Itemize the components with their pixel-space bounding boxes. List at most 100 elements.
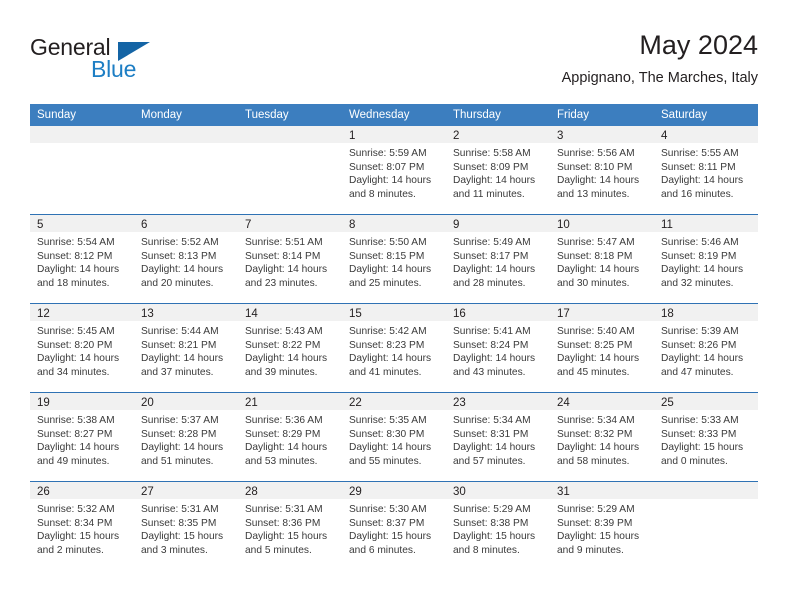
day-cell-23[interactable]: 23 Sunrise: 5:34 AM Sunset: 8:31 PM Dayligh… [446, 393, 550, 481]
daylight-text: and 57 minutes. [453, 455, 526, 467]
day-number-band: 27 [134, 482, 238, 499]
daylight-text: and 13 minutes. [557, 188, 630, 200]
page-header: General Blue May 2024 Appignano, The Mar… [30, 28, 758, 98]
daylight-text: Daylight: 14 hours [661, 264, 744, 276]
day-number-band: 14 [238, 304, 342, 321]
day-cell-10[interactable]: 10 Sunrise: 5:47 AM Sunset: 8:18 PM Dayligh… [550, 215, 654, 303]
day-number: 27 [141, 486, 154, 498]
daylight-text: Daylight: 14 hours [453, 264, 536, 276]
daylight-text: Daylight: 14 hours [37, 442, 120, 454]
day-number-band: 13 [134, 304, 238, 321]
daylight-text: Daylight: 15 hours [141, 531, 224, 543]
day-number: 15 [349, 308, 362, 320]
day-cell-2[interactable]: 2 Sunrise: 5:58 AM Sunset: 8:09 PM Daylight… [446, 126, 550, 214]
day-cell-15[interactable]: 15 Sunrise: 5:42 AM Sunset: 8:23 PM Dayligh… [342, 304, 446, 392]
sunset-text: Sunset: 8:17 PM [453, 250, 529, 262]
day-number-band [30, 126, 134, 143]
day-number-band: 1 [342, 126, 446, 143]
day-cell-1[interactable]: 1 Sunrise: 5:59 AM Sunset: 8:07 PM Daylight… [342, 126, 446, 214]
day-cell-20[interactable]: 20 Sunrise: 5:37 AM Sunset: 8:28 PM Dayligh… [134, 393, 238, 481]
day-cell-3[interactable]: 3 Sunrise: 5:56 AM Sunset: 8:10 PM Daylight… [550, 126, 654, 214]
day-cell-details: Sunrise: 5:58 AM Sunset: 8:09 PM Daylight:… [446, 143, 550, 201]
day-cell-details: Sunrise: 5:43 AM Sunset: 8:22 PM Daylight:… [238, 321, 342, 379]
sunrise-text: Sunrise: 5:36 AM [245, 415, 323, 426]
day-number: 1 [349, 130, 356, 142]
day-cell-13[interactable]: 13 Sunrise: 5:44 AM Sunset: 8:21 PM Dayligh… [134, 304, 238, 392]
day-cell-details: Sunrise: 5:36 AM Sunset: 8:29 PM Daylight:… [238, 410, 342, 468]
sunset-text: Sunset: 8:12 PM [37, 250, 113, 262]
day-cell-6[interactable]: 6 Sunrise: 5:52 AM Sunset: 8:13 PM Daylight… [134, 215, 238, 303]
day-cell-details: Sunrise: 5:45 AM Sunset: 8:20 PM Daylight:… [30, 321, 134, 379]
sunrise-text: Sunrise: 5:37 AM [141, 415, 219, 426]
sunset-text: Sunset: 8:11 PM [661, 161, 736, 173]
day-cell-16[interactable]: 16 Sunrise: 5:41 AM Sunset: 8:24 PM Dayligh… [446, 304, 550, 392]
day-cell-4[interactable]: 4 Sunrise: 5:55 AM Sunset: 8:11 PM Daylight… [654, 126, 758, 214]
sunrise-text: Sunrise: 5:33 AM [661, 415, 739, 426]
daylight-text: and 18 minutes. [37, 277, 110, 289]
sunrise-text: Sunrise: 5:44 AM [141, 326, 219, 337]
weekday-header-sunday: Sunday [37, 109, 77, 121]
brand-logo[interactable]: General Blue [30, 34, 210, 90]
day-number-band [134, 126, 238, 143]
day-cell-27[interactable]: 27 Sunrise: 5:31 AM Sunset: 8:35 PM Dayligh… [134, 482, 238, 570]
day-cell-details [654, 499, 758, 503]
day-cell-5[interactable]: 5 Sunrise: 5:54 AM Sunset: 8:12 PM Daylight… [30, 215, 134, 303]
daylight-text: Daylight: 14 hours [37, 353, 120, 365]
day-number-band: 2 [446, 126, 550, 143]
day-number: 28 [245, 486, 258, 498]
daylight-text: Daylight: 15 hours [661, 442, 744, 454]
day-cell-details: Sunrise: 5:34 AM Sunset: 8:32 PM Daylight:… [550, 410, 654, 468]
daylight-text: Daylight: 14 hours [557, 353, 640, 365]
day-number-band: 3 [550, 126, 654, 143]
sunset-text: Sunset: 8:33 PM [661, 428, 737, 440]
day-cell-empty [134, 126, 238, 214]
day-cell-9[interactable]: 9 Sunrise: 5:49 AM Sunset: 8:17 PM Daylight… [446, 215, 550, 303]
sunset-text: Sunset: 8:21 PM [141, 339, 217, 351]
day-cell-17[interactable]: 17 Sunrise: 5:40 AM Sunset: 8:25 PM Dayligh… [550, 304, 654, 392]
day-cell-12[interactable]: 12 Sunrise: 5:45 AM Sunset: 8:20 PM Dayligh… [30, 304, 134, 392]
daylight-text: Daylight: 14 hours [349, 353, 432, 365]
week-cells: 19 Sunrise: 5:38 AM Sunset: 8:27 PM Dayligh… [30, 393, 758, 481]
day-cell-19[interactable]: 19 Sunrise: 5:38 AM Sunset: 8:27 PM Dayligh… [30, 393, 134, 481]
day-cell-details: Sunrise: 5:41 AM Sunset: 8:24 PM Daylight:… [446, 321, 550, 379]
day-cell-25[interactable]: 25 Sunrise: 5:33 AM Sunset: 8:33 PM Dayligh… [654, 393, 758, 481]
sunrise-text: Sunrise: 5:34 AM [557, 415, 635, 426]
day-cell-18[interactable]: 18 Sunrise: 5:39 AM Sunset: 8:26 PM Dayligh… [654, 304, 758, 392]
sunset-text: Sunset: 8:18 PM [557, 250, 633, 262]
sunrise-text: Sunrise: 5:52 AM [141, 237, 219, 248]
day-number-band: 16 [446, 304, 550, 321]
day-cell-7[interactable]: 7 Sunrise: 5:51 AM Sunset: 8:14 PM Daylight… [238, 215, 342, 303]
day-number-band: 15 [342, 304, 446, 321]
weekday-header-saturday: Saturday [661, 109, 708, 121]
sunset-text: Sunset: 8:31 PM [453, 428, 529, 440]
week-cells: 5 Sunrise: 5:54 AM Sunset: 8:12 PM Daylight… [30, 215, 758, 303]
sunrise-text: Sunrise: 5:47 AM [557, 237, 635, 248]
daylight-text: and 45 minutes. [557, 366, 630, 378]
day-cell-8[interactable]: 8 Sunrise: 5:50 AM Sunset: 8:15 PM Daylight… [342, 215, 446, 303]
calendar-week-row: 12 Sunrise: 5:45 AM Sunset: 8:20 PM Dayligh… [30, 303, 758, 392]
sunrise-text: Sunrise: 5:38 AM [37, 415, 115, 426]
day-number: 21 [245, 397, 258, 409]
daylight-text: and 30 minutes. [557, 277, 630, 289]
day-number-band: 10 [550, 215, 654, 232]
day-cell-30[interactable]: 30 Sunrise: 5:29 AM Sunset: 8:38 PM Dayligh… [446, 482, 550, 570]
day-cell-11[interactable]: 11 Sunrise: 5:46 AM Sunset: 8:19 PM Dayligh… [654, 215, 758, 303]
day-cell-24[interactable]: 24 Sunrise: 5:34 AM Sunset: 8:32 PM Dayligh… [550, 393, 654, 481]
day-number: 26 [37, 486, 50, 498]
day-cell-14[interactable]: 14 Sunrise: 5:43 AM Sunset: 8:22 PM Dayligh… [238, 304, 342, 392]
daylight-text: and 25 minutes. [349, 277, 422, 289]
daylight-text: Daylight: 15 hours [453, 531, 536, 543]
day-number-band: 5 [30, 215, 134, 232]
daylight-text: and 5 minutes. [245, 544, 312, 556]
sunrise-text: Sunrise: 5:40 AM [557, 326, 635, 337]
sunrise-text: Sunrise: 5:58 AM [453, 148, 531, 159]
day-cell-28[interactable]: 28 Sunrise: 5:31 AM Sunset: 8:36 PM Dayligh… [238, 482, 342, 570]
day-cell-22[interactable]: 22 Sunrise: 5:35 AM Sunset: 8:30 PM Dayligh… [342, 393, 446, 481]
day-cell-26[interactable]: 26 Sunrise: 5:32 AM Sunset: 8:34 PM Dayligh… [30, 482, 134, 570]
day-number: 2 [453, 130, 460, 142]
daylight-text: and 53 minutes. [245, 455, 318, 467]
day-cell-29[interactable]: 29 Sunrise: 5:30 AM Sunset: 8:37 PM Dayligh… [342, 482, 446, 570]
daylight-text: Daylight: 14 hours [245, 353, 328, 365]
day-cell-21[interactable]: 21 Sunrise: 5:36 AM Sunset: 8:29 PM Dayligh… [238, 393, 342, 481]
day-cell-31[interactable]: 31 Sunrise: 5:29 AM Sunset: 8:39 PM Dayligh… [550, 482, 654, 570]
